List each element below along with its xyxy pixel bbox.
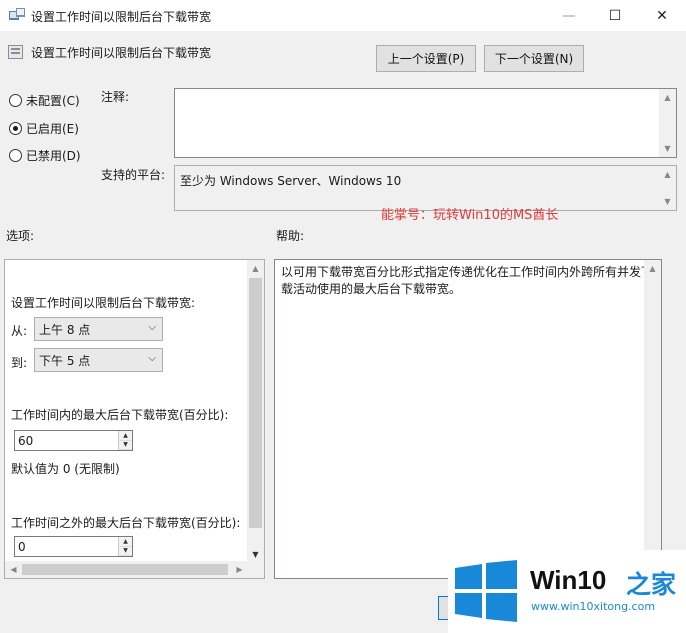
options-vertical-scrollbar[interactable]: ▲ ▼ xyxy=(247,260,264,563)
comment-textarea[interactable]: ▲ ▼ xyxy=(174,88,677,158)
radio-label: 未配置(C) xyxy=(26,94,80,108)
next-setting-button[interactable]: 下一个设置(N) xyxy=(484,45,584,72)
close-button[interactable]: ✕ xyxy=(639,0,685,31)
scroll-thumb[interactable] xyxy=(22,564,228,575)
spin-buttons[interactable]: ▲ ▼ xyxy=(118,537,132,556)
scroll-up-icon[interactable]: ▲ xyxy=(644,260,661,277)
default-note: 默认值为 0 (无限制) xyxy=(11,462,120,476)
from-time-dropdown[interactable]: 上午 8 点 ⌵ xyxy=(34,317,163,341)
window-title: 设置工作时间以限制后台下载带宽 xyxy=(31,10,212,24)
max-in-label: 工作时间内的最大后台下载带宽(百分比): xyxy=(11,408,229,422)
max-out-value: 0 xyxy=(18,539,26,554)
minimize-button[interactable]: — xyxy=(546,0,592,31)
scroll-down-icon[interactable]: ▼ xyxy=(659,193,676,210)
radio-label: 已禁用(D) xyxy=(26,149,81,163)
policy-setting-icon xyxy=(8,45,23,59)
logo-url: www.win10xitong.com xyxy=(531,600,656,613)
options-section-label: 选项: xyxy=(6,229,35,243)
max-out-spinbox[interactable]: 0 ▲ ▼ xyxy=(14,536,133,557)
from-label: 从: xyxy=(11,324,28,338)
spin-down-icon[interactable]: ▼ xyxy=(119,546,132,556)
help-text: 以可用下载带宽百分比形式指定传递优化在工作时间内外跨所有并发下载活动使用的最大后… xyxy=(281,265,654,296)
help-pane: 以可用下载带宽百分比形式指定传递优化在工作时间内外跨所有并发下载活动使用的最大后… xyxy=(274,259,662,579)
to-time-value: 下午 5 点 xyxy=(39,353,91,368)
comment-label: 注释: xyxy=(101,90,130,104)
chevron-down-icon: ⌵ xyxy=(148,353,156,364)
spin-up-icon[interactable]: ▲ xyxy=(119,537,132,547)
options-pane: 设置工作时间以限制后台下载带宽: 从: 上午 8 点 ⌵ 到: 下午 5 点 ⌵… xyxy=(4,259,265,579)
radio-circle[interactable] xyxy=(9,122,22,135)
windows-logo-icon xyxy=(455,560,517,622)
scroll-right-icon[interactable]: ▶ xyxy=(231,561,248,578)
help-scrollbar[interactable]: ▲ ▼ xyxy=(644,260,661,578)
logo-brand: Win10 xyxy=(530,565,607,595)
to-label: 到: xyxy=(11,356,28,370)
scroll-up-icon[interactable]: ▲ xyxy=(659,89,676,106)
max-out-label: 工作时间之外的最大后台下载带宽(百分比): xyxy=(11,516,241,530)
help-section-label: 帮助: xyxy=(276,229,305,243)
radio-label: 已启用(E) xyxy=(26,122,79,136)
radio-not-configured[interactable]: 未配置(C) xyxy=(9,92,80,109)
platform-scrollbar[interactable]: ▲ ▼ xyxy=(659,166,676,210)
maximize-button[interactable]: ☐ xyxy=(592,0,638,31)
scroll-left-icon[interactable]: ◀ xyxy=(5,561,22,578)
setting-title: 设置工作时间以限制后台下载带宽 xyxy=(31,46,212,60)
scroll-down-icon[interactable]: ▼ xyxy=(659,140,676,157)
max-in-value: 60 xyxy=(18,433,34,448)
logo-brand-cn: 之家 xyxy=(626,570,677,599)
scroll-up-icon[interactable]: ▲ xyxy=(659,166,676,183)
radio-circle[interactable] xyxy=(9,94,22,107)
platform-label: 支持的平台: xyxy=(101,168,166,182)
scroll-up-icon[interactable]: ▲ xyxy=(247,260,264,277)
policy-icon xyxy=(9,8,25,20)
max-in-spinbox[interactable]: 60 ▲ ▼ xyxy=(14,430,133,451)
to-time-dropdown[interactable]: 下午 5 点 ⌵ xyxy=(34,348,163,372)
options-horizontal-scrollbar[interactable]: ◀ ▶ xyxy=(5,561,264,578)
previous-setting-button[interactable]: 上一个设置(P) xyxy=(376,45,476,72)
radio-enabled[interactable]: 已启用(E) xyxy=(9,120,79,137)
watermark-text: 能掌号：玩转Win10的MS酋长 xyxy=(381,208,559,223)
radio-disabled[interactable]: 已禁用(D) xyxy=(9,147,81,164)
chevron-down-icon: ⌵ xyxy=(148,322,156,333)
options-heading: 设置工作时间以限制后台下载带宽: xyxy=(11,296,196,310)
radio-circle[interactable] xyxy=(9,149,22,162)
spin-down-icon[interactable]: ▼ xyxy=(119,440,132,450)
spin-up-icon[interactable]: ▲ xyxy=(119,431,132,441)
platform-value: 至少为 Windows Server、Windows 10 xyxy=(180,174,402,188)
scroll-thumb[interactable] xyxy=(249,278,262,528)
spin-buttons[interactable]: ▲ ▼ xyxy=(118,431,132,450)
from-time-value: 上午 8 点 xyxy=(39,322,91,337)
comment-scrollbar[interactable]: ▲ ▼ xyxy=(659,89,676,157)
